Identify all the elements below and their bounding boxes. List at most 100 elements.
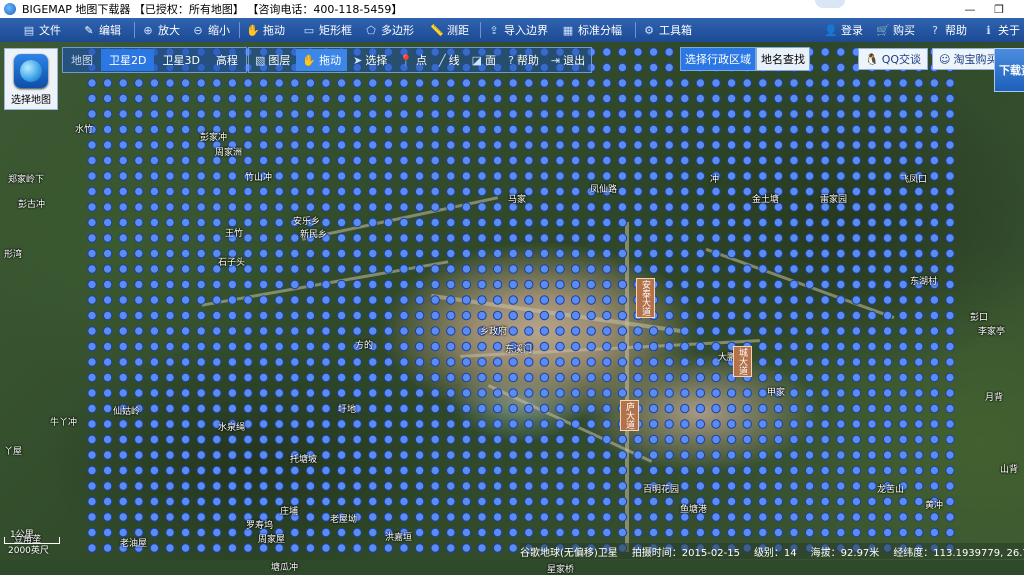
- app-logo-icon: [4, 3, 16, 15]
- map-place-label: 彭古冲: [18, 200, 46, 210]
- map-type-tabs: 地图 卫星2D 卫星3D 高程: [62, 47, 247, 73]
- toolbar-help-button[interactable]: ? 帮助: [924, 19, 978, 41]
- toolbar-separator: [480, 22, 481, 38]
- tab-satellite-3d[interactable]: 卫星3D: [154, 49, 207, 71]
- map-tools-bar: ▧ 图层 ✋ 拖动 ➤ 选择 📍 点 ╱ 线 ◪ 面 ? 帮助 ⇥ 退出: [248, 47, 593, 73]
- map-place-label: 雷家园: [820, 195, 848, 205]
- tool-help-button[interactable]: ? 帮助: [502, 49, 545, 71]
- toolbar-polygon-label: 多边形: [381, 24, 414, 37]
- map-road-label: 城大道: [733, 346, 752, 377]
- toolbar-standard-sheet-button[interactable]: ▦ 标准分幅: [557, 19, 633, 41]
- map-place-label: 托塘坡: [290, 455, 318, 465]
- marker-grid: [87, 47, 955, 553]
- window-title: BIGEMAP 地图下载器 【已授权：所有地图】 【咨询电话：400-118-5…: [22, 3, 403, 16]
- pin-icon: 📍: [399, 53, 414, 67]
- map-place-label: 老屋坳: [330, 515, 358, 525]
- select-map-button[interactable]: 选择地图: [4, 48, 58, 110]
- toolbar-separator: [635, 22, 636, 38]
- tool-pan-button[interactable]: ✋ 拖动: [296, 49, 348, 71]
- toolbar-file-button[interactable]: ▤ 文件: [18, 19, 68, 41]
- hand-icon: ✋: [246, 23, 260, 37]
- toolbar-zoom-in-button[interactable]: ⊕ 放大: [137, 19, 187, 41]
- tool-layers-button[interactable]: ▧ 图层: [249, 49, 296, 71]
- select-region-button[interactable]: 选择行政区域: [680, 47, 756, 71]
- tool-area-label: 面: [485, 54, 497, 67]
- maximize-button[interactable]: ❐: [984, 0, 1014, 18]
- line-icon: ╱: [439, 53, 446, 67]
- map-place-label: 龙苦山: [877, 485, 905, 495]
- map-place-label: 马家: [508, 195, 527, 205]
- toolbar-edit-button[interactable]: ✎ 编辑: [80, 19, 132, 41]
- tab-map[interactable]: 地图: [63, 49, 101, 71]
- map-place-label: 圩地: [338, 405, 357, 415]
- tool-line-button[interactable]: ╱ 线: [433, 49, 466, 71]
- map-place-label: 周家屋: [258, 535, 286, 545]
- folder-icon: ▤: [23, 23, 35, 37]
- map-place-label: 塘瓜冲: [271, 563, 299, 573]
- map-place-label: 飞凤口: [900, 175, 928, 185]
- download-button[interactable]: 下载资: [994, 48, 1024, 92]
- map-place-label: 老油屋: [120, 539, 148, 549]
- status-date: 拍摄时间：2015-02-15: [631, 547, 740, 559]
- map-place-label: 竹山冲: [245, 173, 273, 183]
- map-place-label: 鱼塘港: [680, 505, 708, 515]
- toolbar-measure-button[interactable]: 📏 测距: [426, 19, 478, 41]
- globe-icon: [20, 60, 42, 82]
- toolbar-toolbox-button[interactable]: ⚙ 工具箱: [638, 19, 702, 41]
- toolbar-pan-label: 拖动: [263, 24, 285, 37]
- hand-icon: ✋: [302, 53, 317, 67]
- toolbar-buy-button[interactable]: 🛒 购买: [872, 19, 924, 41]
- tool-area-button[interactable]: ◪ 面: [466, 49, 502, 71]
- status-altitude: 海拔：92.97米: [810, 547, 880, 559]
- map-place-label: 丫屋: [4, 447, 23, 457]
- tool-pan-label: 拖动: [319, 54, 342, 67]
- google-earth-icon: [14, 54, 48, 88]
- tab-elevation[interactable]: 高程: [208, 49, 246, 71]
- zoom-out-icon: ⊖: [193, 23, 203, 37]
- toolbar-about-button[interactable]: ℹ 关于: [978, 19, 1024, 41]
- toolbar-login-button[interactable]: 👤 登录: [820, 19, 872, 41]
- area-icon: ◪: [471, 53, 483, 67]
- map-place-label: 水竹: [75, 125, 94, 135]
- edit-icon: ✎: [84, 23, 94, 37]
- tool-point-button[interactable]: 📍 点: [393, 49, 433, 71]
- toolbar-pan-button[interactable]: ✋ 拖动: [242, 19, 298, 41]
- map-place-label: 王竹: [225, 229, 244, 239]
- map-place-label: 安乐乡: [293, 217, 321, 227]
- map-place-label: 甲家: [767, 388, 786, 398]
- select-map-label: 选择地图: [11, 95, 51, 106]
- qq-chat-button[interactable]: 🐧 QQ交谈: [858, 48, 929, 70]
- map-place-label: 山背: [1000, 465, 1019, 475]
- toolbar-help-label: 帮助: [945, 24, 967, 37]
- tool-layers-label: 图层: [268, 54, 291, 67]
- map-place-label: 石子头: [218, 258, 246, 268]
- toolbar-import-boundary-button[interactable]: ⇪ 导入边界: [483, 19, 557, 41]
- user-icon: 👤: [824, 23, 838, 37]
- toolbar-rectangle-button[interactable]: ▭ 矩形框: [298, 19, 360, 41]
- tool-select-label: 选择: [365, 54, 388, 67]
- globe-tab[interactable]: [815, 0, 845, 8]
- toolbar-separator: [134, 22, 135, 38]
- tab-satellite-2d[interactable]: 卫星2D: [101, 49, 155, 71]
- toolbar-edit-label: 编辑: [99, 24, 121, 37]
- gear-icon: ⚙: [644, 23, 654, 37]
- help-icon: ?: [508, 53, 514, 67]
- taobao-icon: ☺: [939, 52, 951, 66]
- map-place-label: 黄冲: [925, 501, 944, 511]
- status-source: 谷歌地球(无偏移)卫星: [520, 547, 618, 559]
- place-search-button[interactable]: 地名查找: [756, 47, 810, 71]
- toolbar-polygon-button[interactable]: ⬠ 多边形: [360, 19, 426, 41]
- map-place-label: 方的: [355, 341, 374, 351]
- toolbar-rectangle-label: 矩形框: [319, 24, 352, 37]
- toolbar-grip: [0, 19, 18, 41]
- tool-exit-button[interactable]: ⇥ 退出: [545, 49, 591, 71]
- map-view[interactable]: [0, 42, 1024, 560]
- toolbar-zoom-out-button[interactable]: ⊖ 缩小: [187, 19, 237, 41]
- map-place-label: 东湖村: [910, 277, 938, 287]
- toolbar-import-boundary-label: 导入边界: [504, 24, 548, 37]
- minimize-button[interactable]: —: [955, 0, 985, 18]
- tool-select-button[interactable]: ➤ 选择: [347, 49, 393, 71]
- toolbar-buy-label: 购买: [893, 24, 915, 37]
- tool-help-label: 帮助: [516, 54, 539, 67]
- toolbar-zoom-in-label: 放大: [158, 24, 180, 37]
